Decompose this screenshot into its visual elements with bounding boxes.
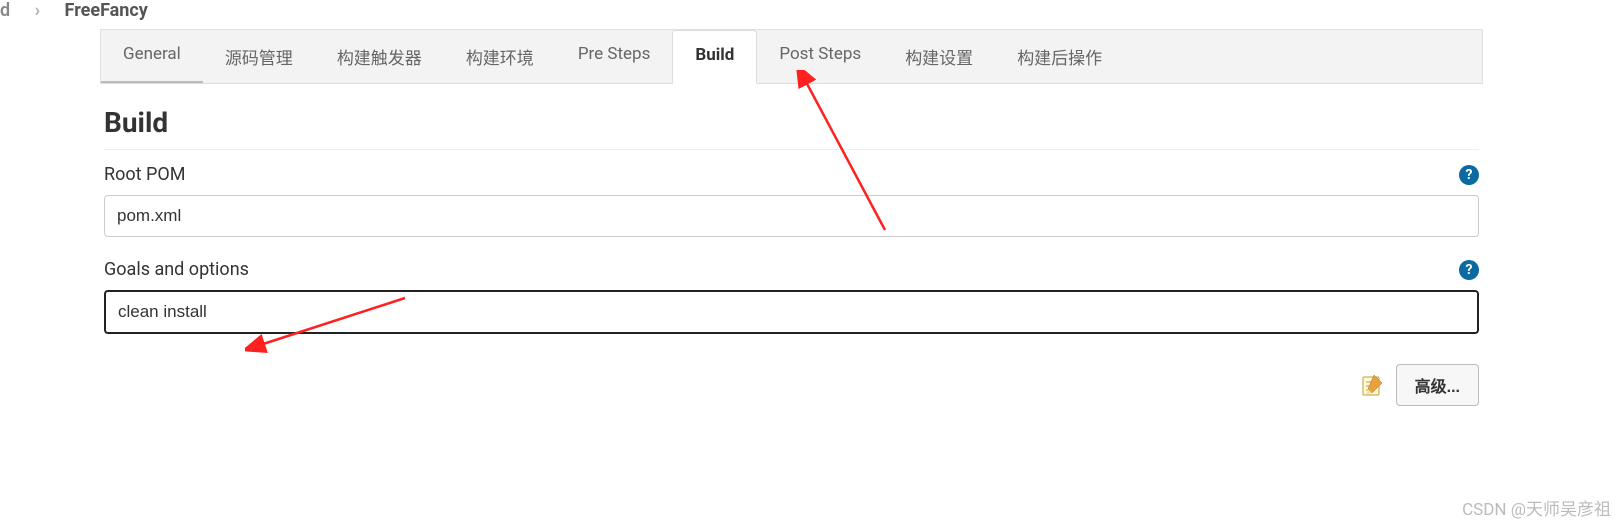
breadcrumb-current[interactable]: FreeFancy [65,0,148,21]
tab-pre-steps[interactable]: Pre Steps [556,30,673,83]
advanced-button[interactable]: 高级... [1396,364,1479,406]
root-pom-input[interactable] [104,195,1479,237]
goals-input[interactable] [104,290,1479,334]
goals-label: Goals and options [104,259,249,280]
tab-source-control[interactable]: 源码管理 [203,30,315,83]
tabs-bar: General 源码管理 构建触发器 构建环境 Pre Steps Build … [100,29,1483,84]
root-pom-group: Root POM ? [104,164,1479,237]
breadcrumb: d › FreeFancy [0,0,1623,29]
section-title: Build [104,106,1479,150]
help-icon[interactable]: ? [1459,260,1479,280]
advanced-row: 高级... [104,364,1479,406]
watermark: CSDN @天师吴彦祖 [1462,495,1611,520]
tab-build-settings[interactable]: 构建设置 [883,30,995,83]
breadcrumb-separator: › [35,0,40,21]
breadcrumb-fragment: d [0,0,10,21]
notepad-icon [1360,373,1384,397]
tab-general[interactable]: General [101,30,203,83]
tab-build[interactable]: Build [672,30,757,84]
tab-build-triggers[interactable]: 构建触发器 [315,30,444,83]
tab-post-steps[interactable]: Post Steps [757,30,883,83]
goals-group: Goals and options ? [104,259,1479,334]
build-section: Build Root POM ? Goals and options ? [100,84,1483,406]
help-icon[interactable]: ? [1459,165,1479,185]
tab-post-build-actions[interactable]: 构建后操作 [995,30,1124,83]
root-pom-label: Root POM [104,164,185,185]
tab-build-environment[interactable]: 构建环境 [444,30,556,83]
